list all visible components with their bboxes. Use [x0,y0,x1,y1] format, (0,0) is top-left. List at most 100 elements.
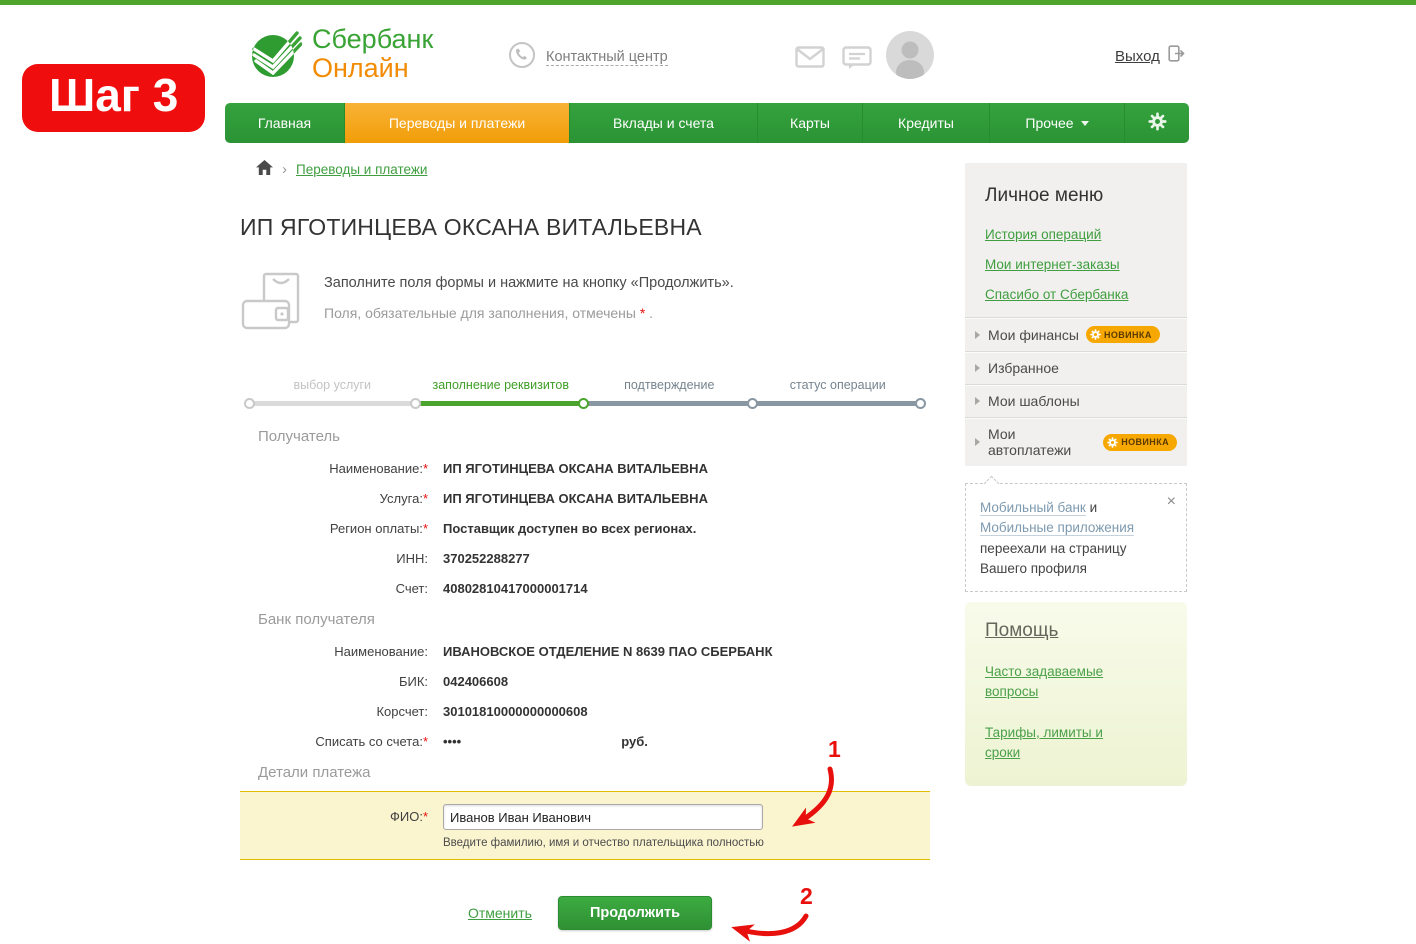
settings-tab[interactable] [1125,103,1189,143]
form-row-region: Регион оплаты:* Поставщик доступен во вс… [240,521,930,536]
sidebar-item-my-finances[interactable]: Мои финансы НОВИНКА [965,317,1187,351]
field-value: 042406608 [443,674,508,689]
personal-menu-title: Личное меню [985,185,1167,207]
logout-link[interactable]: Выход [1115,48,1160,65]
help-link-faq[interactable]: Часто задаваемые вопросы [985,662,1117,701]
progress-step-service-choice: выбор услуги [248,378,417,408]
breadcrumb-link-transfers[interactable]: Переводы и платежи [296,162,427,177]
tab-credits[interactable]: Кредиты [863,103,990,143]
form-row-account: Счет: 40802810417000001714 [240,581,930,596]
progress-step-fill-details: заполнение реквизитов [417,378,586,408]
form-row-service: Услуга:* ИП ЯГОТИНЦЕВА ОКСАНА ВИТАЛЬЕВНА [240,491,930,506]
progress-label: заполнение реквизитов [433,378,569,392]
intro-instruction: Заполните поля формы и нажмите на кнопку… [324,275,734,291]
form-intro: Заполните поля формы и нажмите на кнопку… [240,271,930,344]
field-label: Счет: [240,581,428,596]
sberbank-online-page: Сбербанк Онлайн Контактный центр [0,0,1416,944]
help-link-tariffs[interactable]: Тарифы, лимиты и сроки [985,723,1117,762]
progress-step-operation-status: статус операции [754,378,923,408]
field-label: БИК: [240,674,428,689]
masked-account-value[interactable]: •••• [443,734,461,749]
tab-home[interactable]: Главная [225,103,345,143]
logout-control[interactable]: Выход [1115,45,1185,67]
logo-line2: Онлайн [312,54,433,82]
avatar[interactable] [886,31,934,84]
mobile-bank-notice: × Мобильный банк и Мобильные приложения … [965,483,1187,592]
label-text: Регион оплаты: [330,521,423,536]
tab-transfers-payments[interactable]: Переводы и платежи [345,103,570,143]
sidebar-item-my-autopayments[interactable]: Мои автоплатежи НОВИН [965,417,1187,466]
sidebar-item-label: Мои автоплатежи [988,426,1096,458]
fio-hint: Введите фамилию, имя и отчество плательщ… [443,837,764,849]
field-label: Услуга:* [240,491,428,506]
step-annotation-badge: Шаг 3 [22,64,205,132]
progress-bar-segment [417,401,586,406]
mail-icon[interactable] [795,46,825,73]
sidebar-item-favorites[interactable]: Избранное [965,351,1187,384]
field-label: Списать со счета:* [240,734,428,749]
chevron-right-icon [975,438,980,446]
form-row-bik: БИК: 042406608 [240,674,930,689]
badge-text: НОВИНКА [1104,330,1152,340]
field-label: Регион оплаты:* [240,521,428,536]
mobile-bank-link[interactable]: Мобильный банк [980,500,1086,516]
section-payment-details: Детали платежа [240,764,930,781]
contact-center-link[interactable]: Контактный центр [546,49,668,66]
close-icon[interactable]: × [1167,490,1176,514]
sidebar-link-thanks[interactable]: Спасибо от Сбербанка [985,287,1167,302]
chat-icon[interactable] [842,46,872,75]
badge-gear-icon [1090,329,1101,340]
progress-step-confirmation: подтверждение [585,378,754,408]
notice-text: и [1086,500,1097,515]
field-label: ФИО:* [240,804,428,849]
breadcrumb-separator: › [282,161,287,178]
sidebar-link-internet-orders[interactable]: Мои интернет-заказы [985,257,1167,272]
sberbank-logo[interactable]: Сбербанк Онлайн [248,23,433,84]
fio-input[interactable] [443,804,763,830]
progress-bar-segment [585,401,754,406]
tab-other[interactable]: Прочее [990,103,1125,143]
required-asterisk: * [423,521,428,536]
field-label: ИНН: [240,551,428,566]
progress-bar-segment [248,401,417,406]
mobile-apps-link[interactable]: Мобильные приложения [980,520,1134,536]
progress-node [410,398,421,409]
field-value: 40802810417000001714 [443,581,588,596]
sidebar-item-label: Мои шаблоны [988,393,1080,409]
novelty-badge: НОВИНКА [1086,326,1160,343]
form-row-inn: ИНН: 370252288277 [240,551,930,566]
field-value: ИП ЯГОТИНЦЕВА ОКСАНА ВИТАЛЬЕВНА [443,461,708,476]
phone-icon [508,41,536,74]
field-value: 370252288277 [443,551,530,566]
section-recipient: Получатель [240,428,930,445]
chevron-right-icon [975,397,980,405]
cancel-button[interactable]: Отменить [468,905,532,921]
notice-notch [984,476,1000,492]
badge-gear-icon [1107,437,1118,448]
progress-steps: выбор услуги заполнение реквизитов подтв… [248,378,922,408]
progress-node [915,398,926,409]
home-icon[interactable] [256,160,273,178]
gear-icon [1148,112,1167,134]
header: Сбербанк Онлайн Контактный центр [0,5,1416,103]
sidebar-item-my-templates[interactable]: Мои шаблоны [965,384,1187,417]
field-value: 30101810000000000608 [443,704,588,719]
notice-text: переехали на страницу Вашего профиля [980,541,1126,576]
tab-cards[interactable]: Карты [758,103,863,143]
continue-button[interactable]: Продолжить [558,896,712,930]
help-title-link[interactable]: Помощь [985,620,1058,642]
help-panel: Помощь Часто задаваемые вопросы Тарифы, … [965,602,1187,786]
logo-line1: Сбербанк [312,25,433,53]
wallet-icon [240,271,304,344]
progress-label: статус операции [790,378,886,392]
progress-node [244,398,255,409]
tab-deposits-accounts[interactable]: Вклады и счета [570,103,758,143]
form-row-bank-name: Наименование: ИВАНОВСКОЕ ОТДЕЛЕНИЕ N 863… [240,644,930,659]
progress-bar-segment [754,401,923,406]
sidebar-link-history[interactable]: История операций [985,227,1167,242]
sberbank-logo-icon [248,23,302,84]
required-note-text: Поля, обязательные для заполнения, отмеч… [324,305,636,321]
sidebar: Личное меню История операций Мои интерне… [965,163,1187,786]
contact-center: Контактный центр [508,41,668,74]
required-asterisk: * [423,734,428,749]
